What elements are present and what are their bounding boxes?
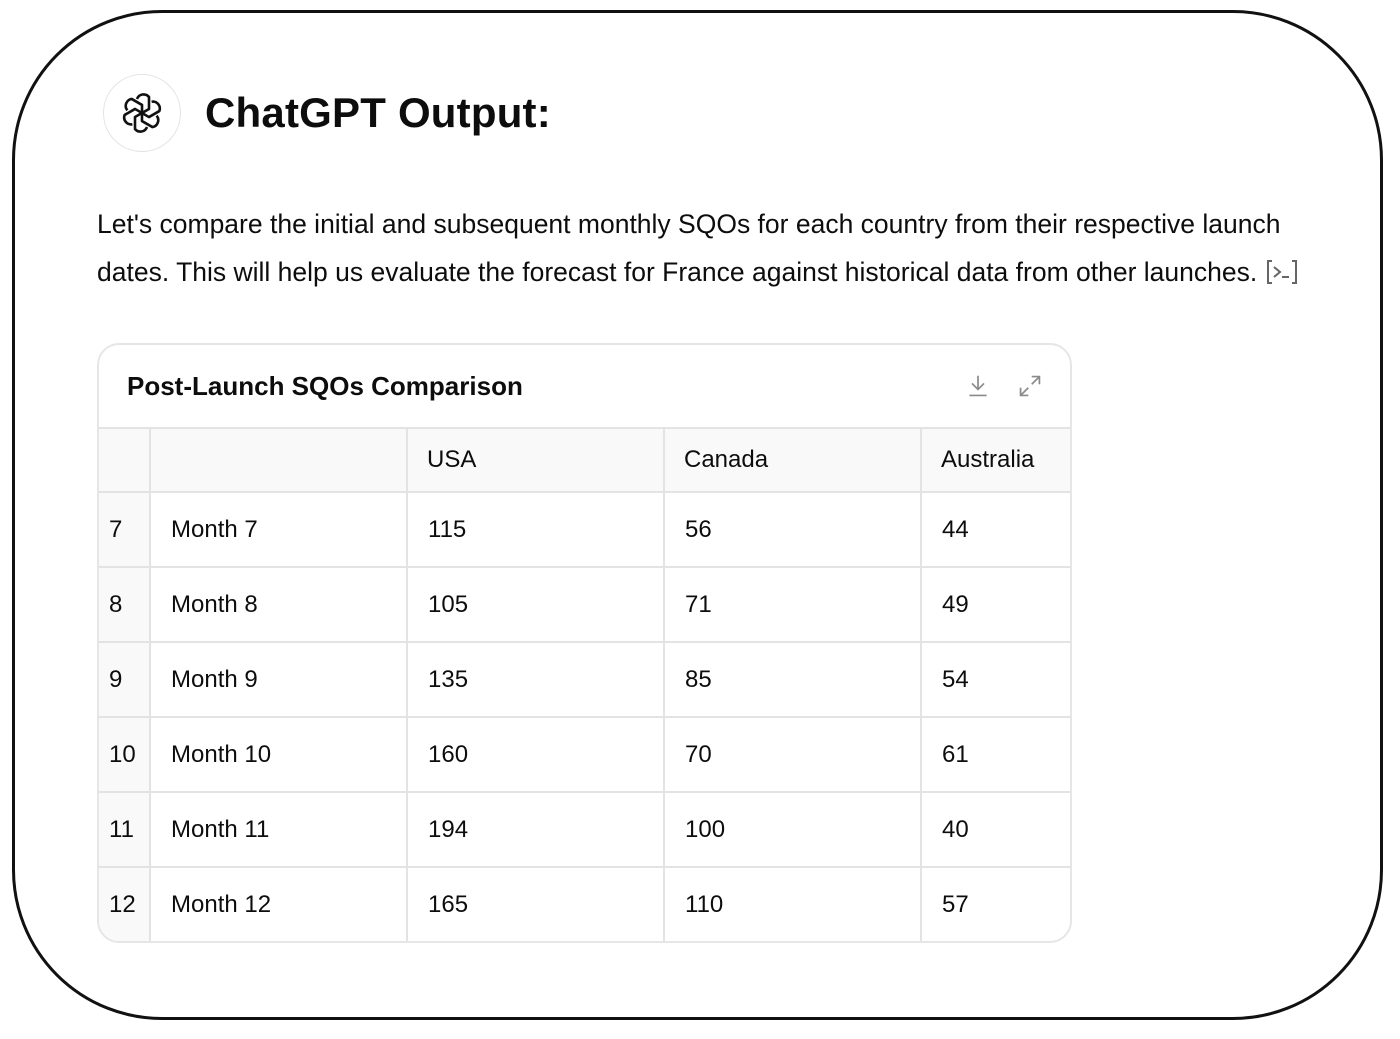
cell-australia: 44 xyxy=(921,492,1070,568)
row-label: Month 10 xyxy=(150,717,408,793)
row-label: Month 8 xyxy=(150,567,408,643)
message-text: Let's compare the initial and subsequent… xyxy=(97,209,1281,287)
cell-canada: 110 xyxy=(664,867,922,941)
row-index: 10 xyxy=(99,717,151,793)
table-row: 9 Month 9 135 85 54 xyxy=(99,642,1070,718)
cell-usa: 105 xyxy=(407,567,665,643)
table-row: 8 Month 8 105 71 49 xyxy=(99,567,1070,643)
data-table-card: Post-Launch SQOs Comparison USA Canada A… xyxy=(97,343,1072,943)
cell-usa: 135 xyxy=(407,642,665,718)
cell-usa: 194 xyxy=(407,792,665,868)
cell-australia: 40 xyxy=(921,792,1070,868)
download-icon[interactable] xyxy=(964,371,992,401)
cell-usa: 165 xyxy=(407,867,665,941)
cell-canada: 56 xyxy=(664,492,922,568)
column-header-australia[interactable]: Australia xyxy=(921,429,1070,493)
row-label: Month 7 xyxy=(150,492,408,568)
row-index: 8 xyxy=(99,567,151,643)
cell-australia: 61 xyxy=(921,717,1070,793)
cell-canada: 100 xyxy=(664,792,922,868)
cell-canada: 85 xyxy=(664,642,922,718)
row-label: Month 11 xyxy=(150,792,408,868)
table-row: 10 Month 10 160 70 61 xyxy=(99,717,1070,793)
row-index: 12 xyxy=(99,867,151,941)
row-index: 9 xyxy=(99,642,151,718)
column-header-usa[interactable]: USA xyxy=(407,429,665,493)
row-index: 11 xyxy=(99,792,151,868)
cell-australia: 57 xyxy=(942,890,969,918)
expand-icon[interactable] xyxy=(1016,371,1044,401)
cell-canada: 70 xyxy=(664,717,922,793)
row-label: Month 12 xyxy=(150,867,408,941)
table-row: 12 Month 12 165 110 57 xyxy=(99,867,1070,941)
cell-usa: 115 xyxy=(407,492,665,568)
column-header-label[interactable] xyxy=(150,429,408,493)
assistant-message: Let's compare the initial and subsequent… xyxy=(97,200,1307,296)
row-index: 7 xyxy=(99,492,151,568)
table-actions xyxy=(964,371,1044,401)
table-title: Post-Launch SQOs Comparison xyxy=(127,371,523,401)
table-header-row: USA Canada Australia xyxy=(99,429,1070,493)
cell-australia: 49 xyxy=(921,567,1070,643)
table-row: 7 Month 7 115 56 44 xyxy=(99,492,1070,568)
code-interpreter-icon[interactable] xyxy=(1265,252,1299,284)
row-label: Month 9 xyxy=(150,642,408,718)
openai-logo-icon xyxy=(122,93,162,133)
assistant-avatar xyxy=(103,74,181,152)
table-row: 11 Month 11 194 100 40 xyxy=(99,792,1070,868)
table-header-bar: Post-Launch SQOs Comparison xyxy=(99,345,1070,429)
cell-usa: 160 xyxy=(407,717,665,793)
sqo-table: USA Canada Australia 7 Month 7 115 56 44… xyxy=(99,429,1070,941)
page-title: ChatGPT Output: xyxy=(205,89,551,136)
column-header-index[interactable] xyxy=(99,429,151,493)
message-header: ChatGPT Output: xyxy=(103,74,551,152)
cell-canada: 71 xyxy=(664,567,922,643)
cell-australia: 54 xyxy=(921,642,1070,718)
column-header-canada[interactable]: Canada xyxy=(664,429,922,493)
